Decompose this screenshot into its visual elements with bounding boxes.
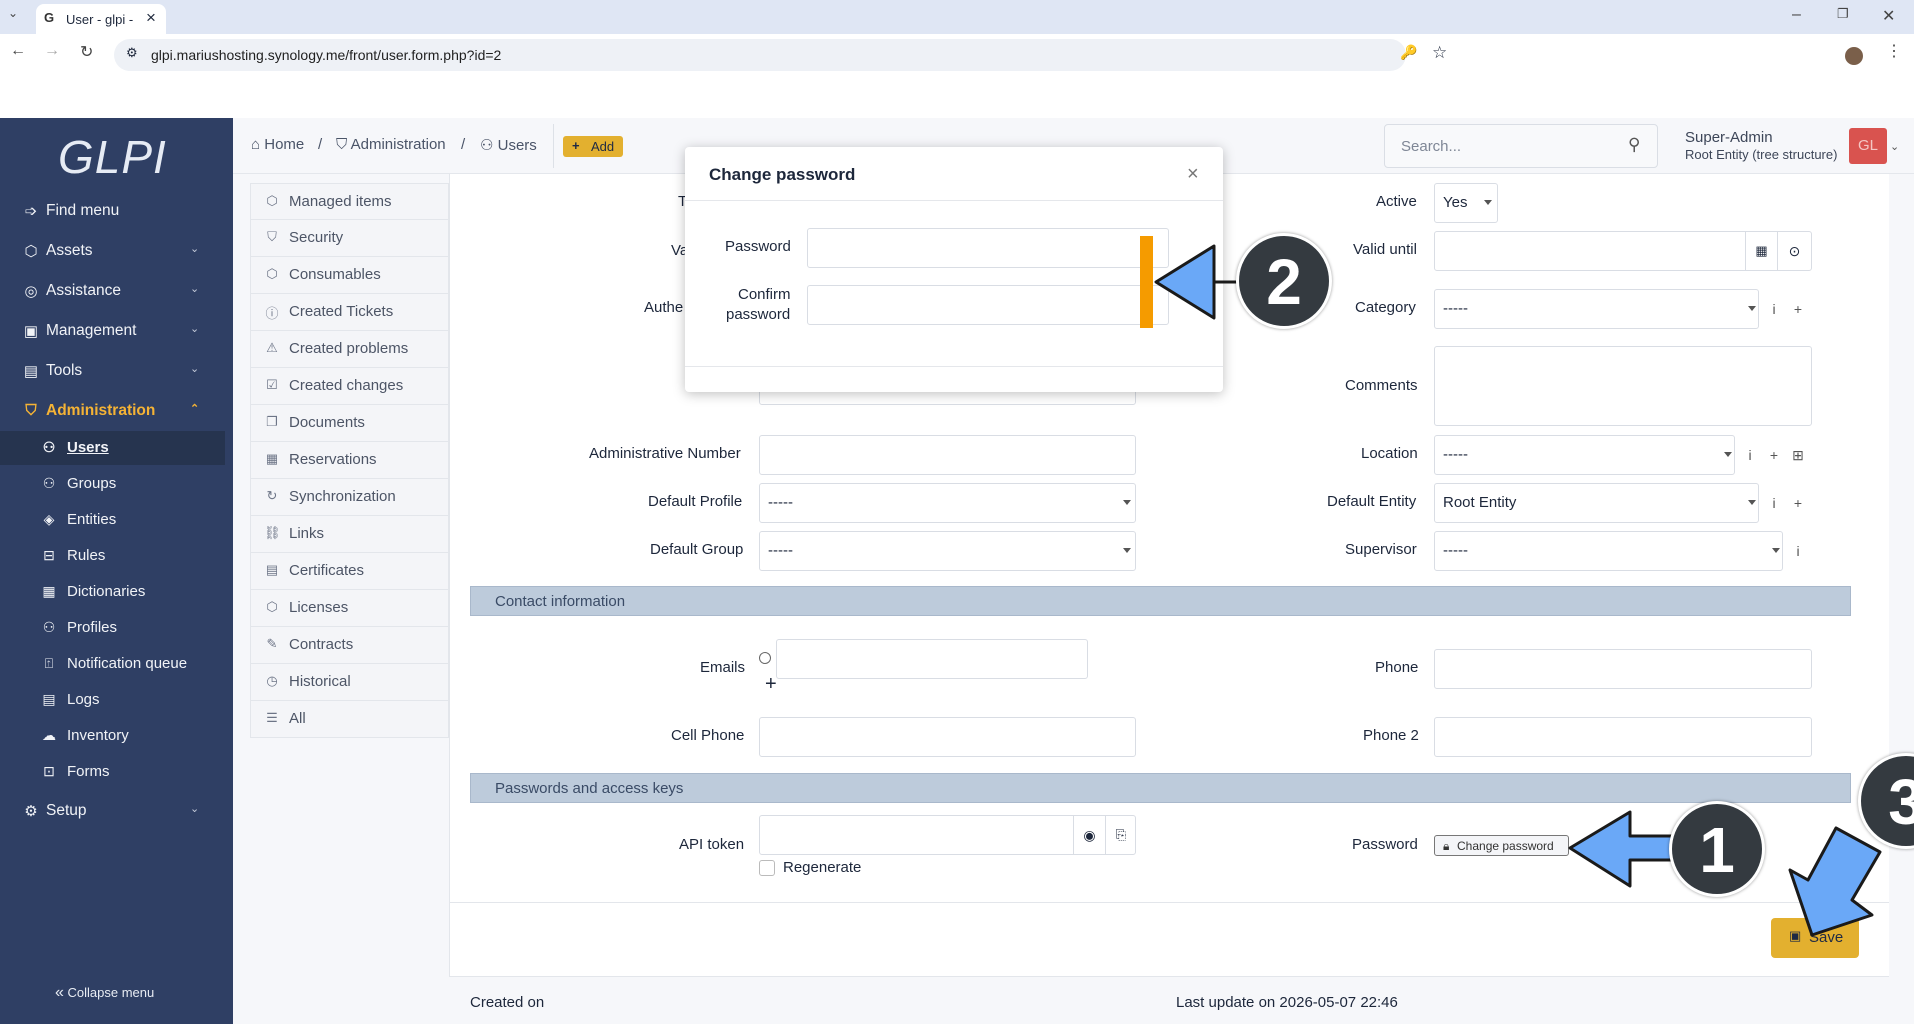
arrow-3-shape [1788,826,1882,937]
step-badge-2: 2 [1236,233,1332,329]
annotation-arrows [1154,244,1882,937]
arrow-1-shape [1568,810,1674,888]
step-badge-1: 1 [1669,801,1765,897]
